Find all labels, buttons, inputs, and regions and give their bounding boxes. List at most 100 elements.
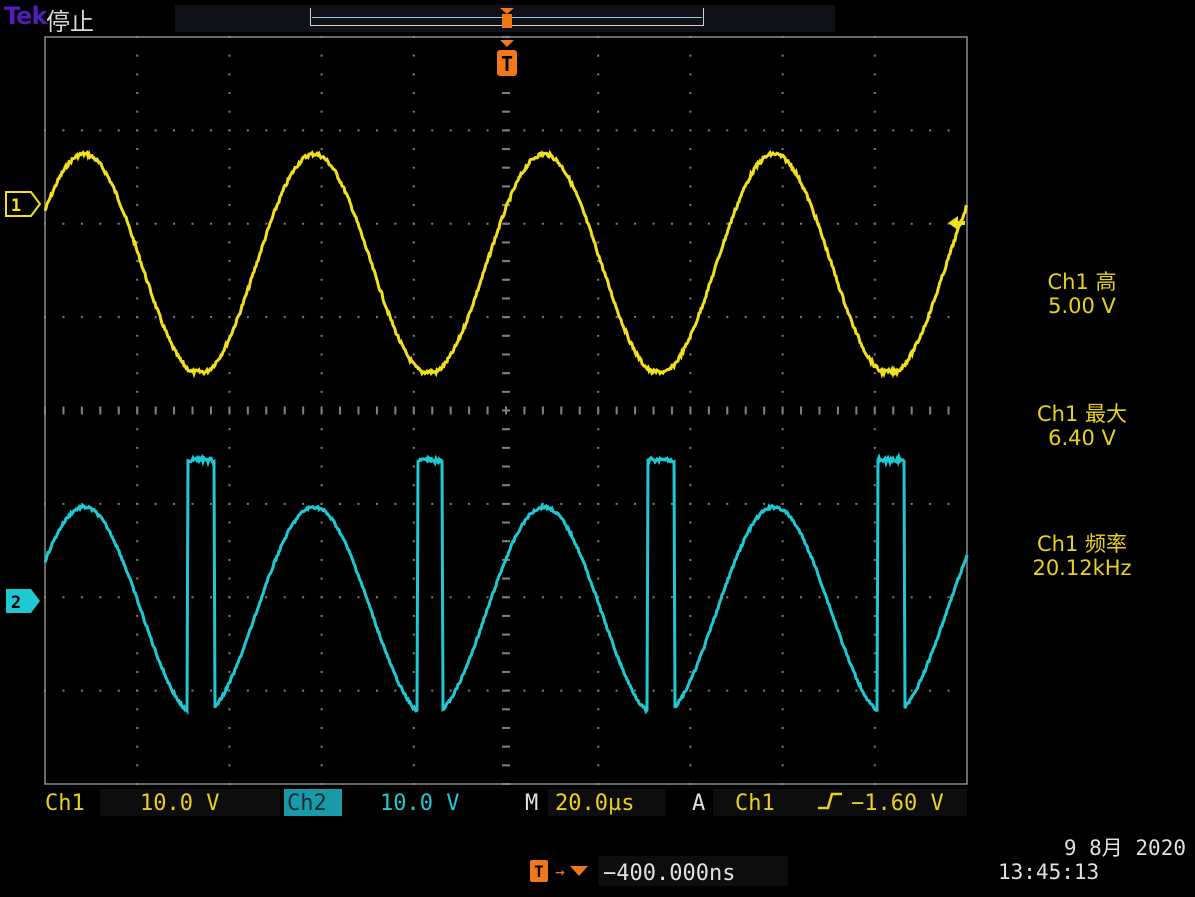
grid-dot — [431, 316, 434, 319]
ch2-label[interactable]: Ch2 — [287, 791, 327, 816]
grid-dot — [62, 129, 65, 132]
grid-dot — [781, 334, 784, 337]
trigger-source[interactable]: Ch1 — [735, 791, 775, 816]
ch1-scale[interactable]: 10.0 V — [140, 791, 219, 816]
grid-dot — [781, 390, 784, 393]
grid-dot — [615, 129, 618, 132]
grid-center-tick — [191, 406, 194, 415]
grid-dot — [209, 129, 212, 132]
grid-dot — [228, 726, 231, 729]
grid-center-tick — [502, 652, 510, 655]
grid-dot — [320, 129, 323, 132]
grid-dot — [523, 689, 526, 692]
timebase-value[interactable]: 20.0µs — [555, 791, 634, 816]
grid-dot — [228, 110, 231, 113]
grid-dot — [597, 54, 600, 57]
grid-dot — [855, 129, 858, 132]
grid-dot — [228, 577, 231, 580]
grid-dot — [726, 689, 729, 692]
ch1-label[interactable]: Ch1 — [45, 791, 85, 816]
grid-dot — [62, 689, 65, 692]
grid-dot — [689, 614, 692, 617]
grid-dot — [578, 316, 581, 319]
ch2-scale[interactable]: 10.0 V — [380, 791, 459, 816]
grid-dot — [431, 596, 434, 599]
ch1-ground-marker[interactable]: 1 — [5, 191, 42, 217]
grid-dot — [560, 129, 563, 132]
trigger-level[interactable]: −1.60 V — [851, 791, 944, 816]
grid-center-tick — [154, 406, 157, 415]
grid-center-tick — [781, 406, 784, 415]
trigger-position-marker[interactable]: T — [497, 40, 517, 76]
grid-dot — [136, 764, 139, 767]
grid-dot — [670, 596, 673, 599]
graticule-grid — [44, 36, 950, 785]
grid-dot — [818, 502, 821, 505]
grid-dot — [781, 204, 784, 207]
grid-center-tick — [502, 596, 510, 599]
grid-dot — [597, 558, 600, 561]
grid-dot — [320, 558, 323, 561]
grid-dot — [873, 372, 876, 375]
grid-center-tick — [265, 406, 268, 415]
measurement-1[interactable]: Ch1 高 5.00 V — [992, 270, 1172, 318]
grid-dot — [320, 222, 323, 225]
measurement-2[interactable]: Ch1 最大 6.40 V — [992, 402, 1172, 450]
grid-dot — [873, 278, 876, 281]
grid-dot — [800, 316, 803, 319]
grid-dot — [468, 129, 471, 132]
measurement-3[interactable]: Ch1 频率 20.12kHz — [992, 532, 1172, 580]
grid-center-tick — [560, 406, 563, 415]
grid-dot — [265, 316, 268, 319]
grid-dot — [781, 521, 784, 524]
grid-dot — [228, 316, 231, 319]
grid-dot — [873, 297, 876, 300]
ch2-waveform — [43, 451, 969, 715]
grid-dot — [523, 222, 526, 225]
grid-dot — [80, 129, 83, 132]
grid-dot — [615, 689, 618, 692]
grid-dot — [689, 204, 692, 207]
grid-dot — [412, 689, 415, 692]
grid-dot — [781, 166, 784, 169]
record-trigger-marker[interactable] — [500, 8, 514, 28]
grid-dot — [136, 726, 139, 729]
grid-center-tick — [726, 406, 729, 415]
grid-center-tick — [502, 334, 510, 337]
grid-dot — [836, 689, 839, 692]
grid-center-tick — [502, 540, 510, 543]
grid-dot — [191, 129, 194, 132]
grid-dot — [726, 316, 729, 319]
grid-dot — [652, 222, 655, 225]
grid-dot — [412, 577, 415, 580]
grid-center-tick — [412, 406, 415, 415]
grid-dot — [412, 540, 415, 543]
grid-dot — [449, 596, 452, 599]
grid-dot — [486, 689, 489, 692]
grid-dot — [136, 222, 139, 225]
grid-dot — [910, 596, 913, 599]
grid-dot — [597, 502, 600, 505]
grid-dot — [873, 390, 876, 393]
grid-dot — [136, 278, 139, 281]
grid-dot — [173, 502, 176, 505]
grid-dot — [781, 428, 784, 431]
grid-dot — [412, 465, 415, 468]
grid-dot — [873, 222, 876, 225]
grid-dot — [615, 222, 618, 225]
grid-dot — [873, 54, 876, 57]
grid-dot — [191, 222, 194, 225]
grid-dot — [597, 670, 600, 673]
trigger-offset-value[interactable]: −400.000ns — [603, 861, 735, 886]
grid-dot — [394, 316, 397, 319]
grid-dot — [873, 316, 876, 319]
grid-dot — [541, 129, 544, 132]
grid-dot — [781, 614, 784, 617]
grid-dot — [597, 633, 600, 636]
grid-dot — [763, 502, 766, 505]
grid-center-tick — [502, 166, 510, 169]
ch2-ground-marker[interactable]: 2 — [6, 589, 40, 613]
grid-dot — [597, 689, 600, 692]
grid-dot — [136, 633, 139, 636]
grid-dot — [228, 73, 231, 76]
